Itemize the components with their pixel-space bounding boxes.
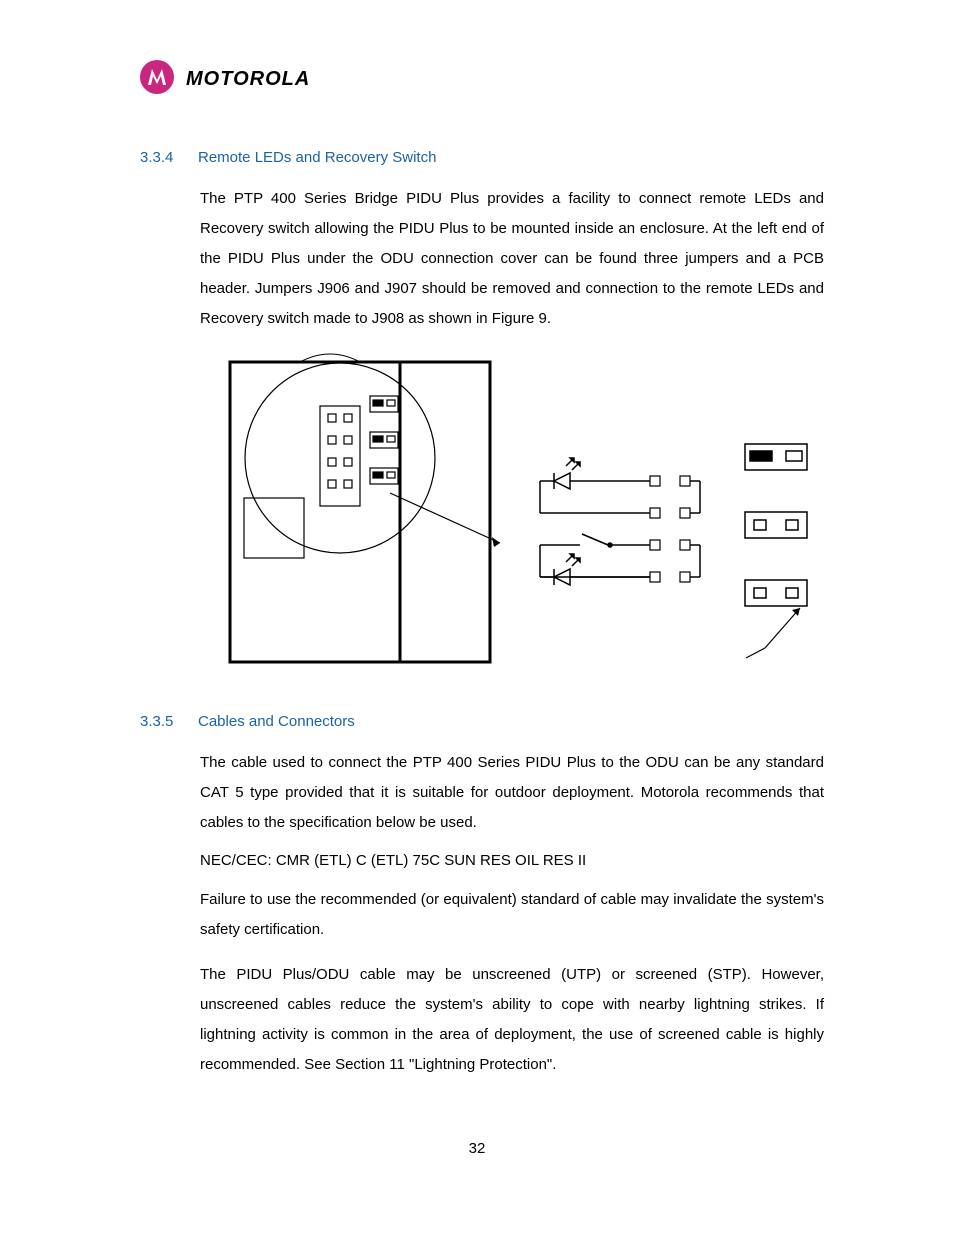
page-container: MOTOROLA 3.3.4 Remote LEDs and Recovery … — [0, 0, 954, 1197]
section-number: 3.3.5 — [140, 713, 180, 730]
section-title: Cables and Connectors — [198, 713, 355, 730]
figure-9-diagram — [210, 348, 854, 673]
cable-spec: NEC/CEC: CMR (ETL) C (ETL) 75C SUN RES O… — [200, 852, 854, 869]
paragraph: Failure to use the recommended (or equiv… — [200, 885, 824, 945]
page-number: 32 — [100, 1140, 854, 1157]
section-heading-334: 3.3.4 Remote LEDs and Recovery Switch — [140, 149, 854, 166]
brand-name: MOTOROLA — [186, 68, 310, 91]
paragraph: The PTP 400 Series Bridge PIDU Plus prov… — [200, 184, 824, 334]
section-title: Remote LEDs and Recovery Switch — [198, 149, 436, 166]
section-number: 3.3.4 — [140, 149, 180, 166]
paragraph: The PIDU Plus/ODU cable may be unscreene… — [200, 960, 824, 1080]
brand-header: MOTOROLA — [140, 60, 854, 99]
section-heading-335: 3.3.5 Cables and Connectors — [140, 713, 854, 730]
paragraph: The cable used to connect the PTP 400 Se… — [200, 748, 824, 838]
motorola-logo-icon — [140, 60, 174, 99]
